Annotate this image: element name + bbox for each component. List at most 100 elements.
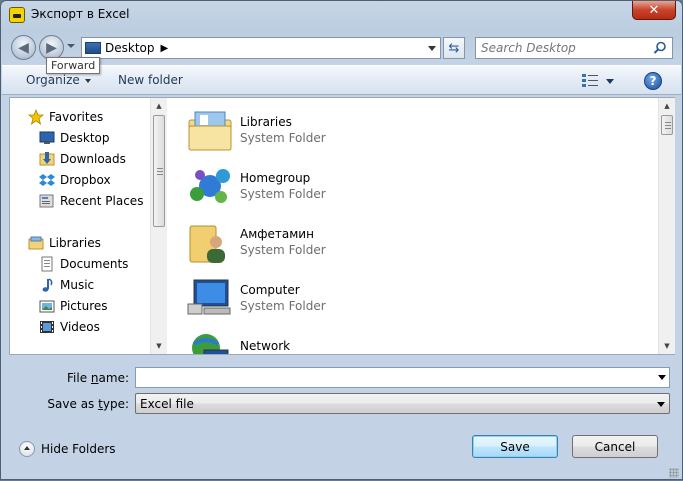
sidebar-item-favorites[interactable]: Favorites — [28, 107, 103, 127]
sidebar-item-label: Documents — [60, 257, 129, 271]
help-icon[interactable]: ? — [644, 72, 662, 90]
scroll-down-arrow-icon[interactable]: ▼ — [151, 338, 167, 354]
file-type: System Folder — [240, 299, 326, 313]
list-item[interactable]: Homegroup System Folder — [186, 162, 486, 212]
downloads-folder-icon — [39, 152, 55, 166]
file-name: Homegroup — [240, 171, 311, 185]
close-button[interactable]: ✕ — [632, 1, 676, 20]
scrollbar-thumb[interactable] — [661, 115, 673, 135]
save-button[interactable]: Save — [472, 435, 558, 458]
recent-locations-dropdown[interactable] — [67, 44, 75, 48]
search-box[interactable] — [475, 37, 673, 59]
desktop-icon — [39, 131, 55, 144]
navigation-pane: Favorites Desktop Downloads Dropbox Rece… — [10, 98, 167, 354]
file-name-label: File name: — [67, 371, 129, 385]
computer-icon — [187, 279, 231, 315]
star-icon — [28, 109, 44, 125]
navigation-bar: ◀ ▶ Forward Desktop ▶ ⇆ — [1, 31, 682, 74]
file-name: Libraries — [240, 115, 292, 129]
file-name-input[interactable] — [136, 368, 669, 387]
sidebar-item-label: Videos — [60, 320, 100, 334]
chevron-up-icon — [19, 441, 35, 457]
save-dialog-window: Экспорт в Excel ✕ ◀ ▶ Forward Desktop ▶ … — [0, 0, 683, 480]
scroll-up-arrow-icon[interactable]: ▲ — [151, 98, 167, 114]
search-icon[interactable] — [653, 41, 667, 55]
address-crumb-desktop[interactable]: Desktop — [105, 41, 155, 55]
file-name-combobox[interactable] — [135, 367, 670, 388]
list-item[interactable]: Computer System Folder — [186, 274, 486, 324]
sidebar-item-libraries[interactable]: Libraries — [28, 233, 101, 253]
file-type: System Folder — [240, 131, 326, 145]
network-icon — [192, 334, 229, 354]
list-item[interactable]: Network — [186, 330, 486, 354]
sidebar-item-dropbox[interactable]: Dropbox — [39, 170, 111, 190]
sidebar-item-music[interactable]: Music — [39, 275, 94, 295]
browser-area: Favorites Desktop Downloads Dropbox Rece… — [9, 97, 675, 355]
file-type: System Folder — [240, 243, 326, 257]
videos-icon — [40, 321, 54, 333]
sidebar-item-pictures[interactable]: Pictures — [39, 296, 108, 316]
title-bar[interactable]: Экспорт в Excel ✕ — [1, 1, 682, 29]
desktop-icon — [85, 42, 101, 54]
hide-folders-button[interactable]: Hide Folders — [19, 441, 116, 457]
sidebar-item-videos[interactable]: Videos — [39, 317, 100, 337]
sidebar-item-recent-places[interactable]: Recent Places — [39, 191, 143, 211]
arrow-left-icon: ◀ — [18, 39, 29, 56]
save-as-type-value: Excel file — [140, 397, 194, 411]
sidebar-item-label: Libraries — [49, 236, 101, 250]
file-name: Network — [240, 339, 291, 353]
sidebar-item-documents[interactable]: Documents — [39, 254, 128, 274]
change-view-icon[interactable] — [582, 74, 598, 87]
sidebar-item-label: Dropbox — [60, 173, 111, 187]
navigation-pane-scrollbar[interactable]: ▲ ▼ — [150, 98, 167, 354]
cancel-button[interactable]: Cancel — [572, 435, 658, 458]
sidebar-item-label: Music — [60, 278, 95, 292]
save-as-type-label: Save as type: — [47, 397, 129, 411]
save-as-type-select[interactable]: Excel file — [135, 393, 670, 414]
resize-grip[interactable] — [669, 468, 679, 478]
file-type: System Folder — [240, 187, 326, 201]
recent-places-icon — [39, 194, 54, 208]
address-bar[interactable]: Desktop ▶ — [81, 37, 441, 59]
list-item[interactable]: Амфетамин System Folder — [186, 218, 486, 268]
file-name: Амфетамин — [240, 227, 314, 241]
file-list: Libraries System Folder Homegroup System… — [168, 98, 658, 354]
save-options: File name: Save as type: Excel file Hide… — [1, 355, 682, 481]
refresh-icon: ⇆ — [448, 40, 460, 56]
libraries-icon — [28, 236, 44, 250]
sidebar-item-label: Pictures — [60, 299, 108, 313]
organize-button[interactable]: Organize — [26, 73, 91, 87]
scrollbar-thumb[interactable] — [153, 115, 165, 227]
back-button[interactable]: ◀ — [11, 35, 36, 60]
sidebar-item-label: Favorites — [49, 110, 104, 124]
command-bar: Organize New folder ? — [2, 65, 681, 95]
view-options-dropdown[interactable] — [606, 79, 614, 84]
sidebar-item-desktop[interactable]: Desktop — [39, 128, 110, 148]
arrow-right-icon: ▶ — [46, 39, 57, 56]
sidebar-item-label: Downloads — [60, 152, 126, 166]
documents-icon — [41, 256, 53, 272]
address-dropdown-icon[interactable] — [428, 46, 436, 51]
window-title: Экспорт в Excel — [31, 7, 130, 21]
file-list-scrollbar[interactable]: ▲ ▼ — [658, 98, 675, 354]
file-name: Computer — [240, 283, 300, 297]
sidebar-item-downloads[interactable]: Downloads — [39, 149, 126, 169]
search-input[interactable] — [476, 38, 646, 58]
user-folder-icon — [189, 225, 225, 263]
breadcrumb-arrow-icon[interactable]: ▶ — [161, 43, 169, 54]
music-icon — [42, 278, 53, 292]
refresh-button[interactable]: ⇆ — [443, 37, 465, 59]
libraries-icon — [188, 111, 232, 151]
scroll-up-arrow-icon[interactable]: ▲ — [659, 98, 675, 114]
chevron-down-icon[interactable] — [657, 402, 665, 407]
homegroup-icon — [190, 169, 230, 203]
chevron-down-icon[interactable] — [658, 375, 666, 380]
new-folder-button[interactable]: New folder — [118, 73, 183, 87]
sidebar-item-label: Recent Places — [60, 194, 144, 208]
list-item[interactable]: Libraries System Folder — [186, 106, 486, 156]
hide-folders-label: Hide Folders — [41, 442, 116, 456]
scroll-down-arrow-icon[interactable]: ▼ — [659, 338, 675, 354]
pictures-icon — [39, 300, 55, 313]
dropbox-icon — [39, 174, 55, 186]
sidebar-item-label: Desktop — [60, 131, 110, 145]
